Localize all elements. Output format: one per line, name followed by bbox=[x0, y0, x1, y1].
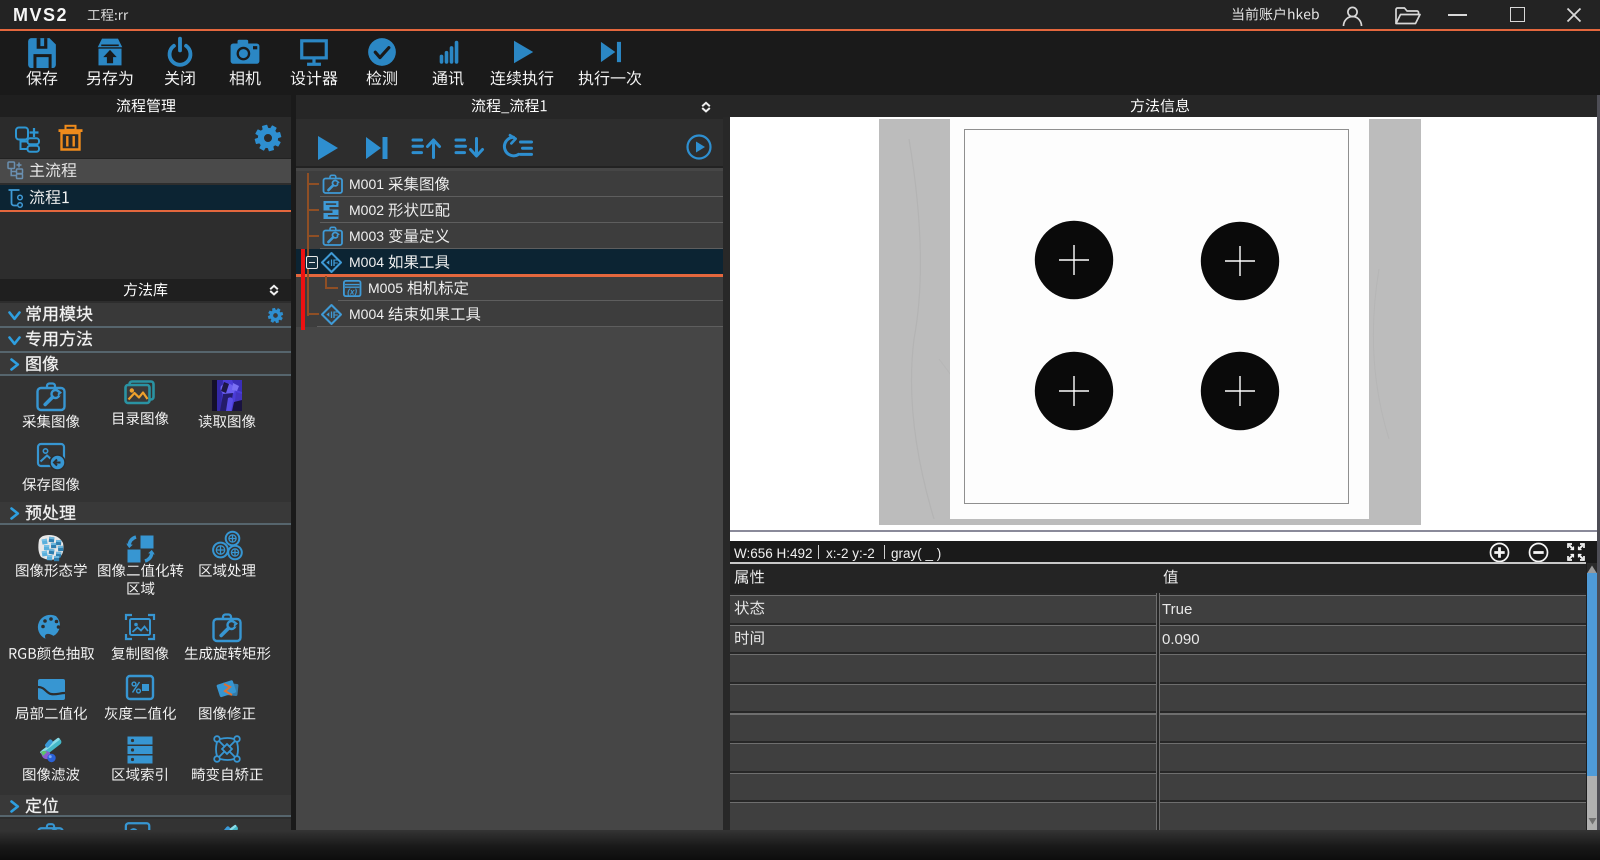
svg-text:IF: IF bbox=[330, 310, 339, 320]
svg-text:IF: IF bbox=[330, 258, 339, 268]
svg-text:(x): (x) bbox=[347, 287, 357, 296]
